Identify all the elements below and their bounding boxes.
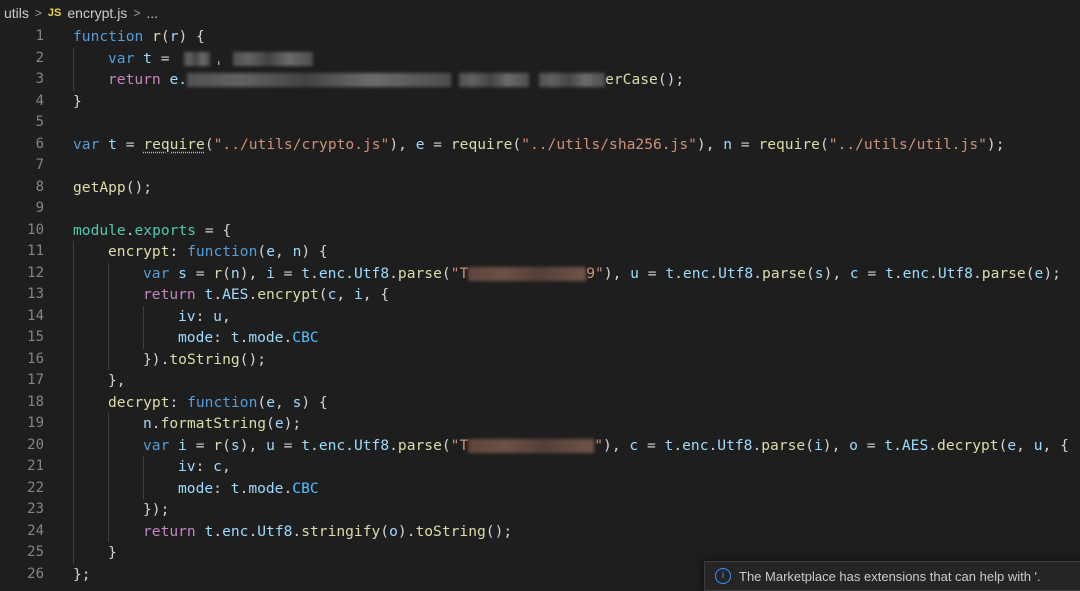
code-line: 21 iv: c, [0,456,1080,478]
code-line: 6 var t = require("../utils/crypto.js"), … [0,134,1080,156]
code-line: 15 mode: t.mode.CBC [0,327,1080,349]
info-icon: i [715,568,731,584]
code-text: decrypt: function(e, s) { [108,393,328,411]
breadcrumb-file[interactable]: encrypt.js [67,5,127,21]
code-text: return e. erCase(); [108,71,685,88]
code-text: iv: u, [178,307,231,325]
notification-text: The Marketplace has extensions that can … [739,568,1041,584]
code-text: } [73,92,82,110]
code-line: 22 mode: t.mode.CBC [0,477,1080,499]
code-editor[interactable]: 1 function r(r) { 2 var t = ˌ 3 return e. er… [0,26,1080,585]
code-text: getApp(); [73,178,153,196]
line-number: 25 [27,544,44,560]
line-number: 6 [35,135,44,152]
code-line: 14 iv: u, [0,305,1080,327]
line-number: 26 [27,565,44,582]
code-line: 9 [0,198,1080,220]
code-line: 12 var s = r(n), i = t.enc.Utf8.parse("T 9… [0,262,1080,284]
redacted-region [468,266,587,281]
redacted-region [468,438,595,453]
code-line: 3 return e. erCase(); [0,69,1080,91]
code-text: }); [143,501,170,518]
code-line: 19 n.formatString(e); [0,413,1080,435]
code-line: 17}, [0,370,1080,392]
line-number: 23 [27,501,44,517]
code-text: n.formatString(e); [143,415,302,432]
line-number: 17 [27,372,44,388]
code-text: var i = r(s), u = t.enc.Utf8.parse("T "),… [143,436,1069,454]
line-number: 13 [27,286,44,302]
line-number: 8 [35,178,44,195]
code-line: 8 getApp(); [0,177,1080,199]
line-number: 4 [35,92,44,109]
code-line: 16 }).toString(); [0,348,1080,370]
line-number: 14 [27,307,44,324]
code-text: mode: t.mode.CBC [178,329,319,346]
code-text: module.exports = { [73,221,232,239]
code-text: var t = require("../utils/crypto.js"), e… [73,135,1005,153]
line-number: 12 [27,264,44,281]
code-line: 13 return t.AES.encrypt(c, i, { [0,284,1080,306]
line-number: 9 [35,200,44,216]
code-line: 2 var t = ˌ [0,47,1080,70]
code-text: var s = r(n), i = t.enc.Utf8.parse("T 9")… [143,264,1061,282]
line-number: 5 [35,114,44,130]
line-number: 18 [27,393,44,410]
redacted-region [187,73,452,87]
code-line: 4} [0,91,1080,113]
line-number: 2 [35,49,44,66]
code-text: } [108,544,117,561]
code-text: function r(r) { [73,28,205,45]
line-number: 20 [27,436,44,453]
line-number: 24 [27,522,44,539]
code-text: iv: c, [178,458,231,475]
line-number: 22 [27,479,44,496]
code-line: 1 function r(r) { [0,26,1080,48]
code-line: 11 encrypt: function(e, n) { [0,241,1080,263]
redacted-region [184,51,211,66]
line-number: 7 [35,157,44,173]
code-line: 23}); [0,499,1080,521]
code-text: mode: t.mode.CBC [178,479,319,497]
code-text: }).toString(); [143,350,267,368]
code-line: 7 [0,155,1080,177]
breadcrumb-folder[interactable]: utils [4,5,29,21]
code-text: encrypt: function(e, n) { [108,243,328,260]
notification-toast[interactable]: i The Marketplace has extensions that ca… [704,561,1080,591]
code-text: return t.enc.Utf8.stringify(o).toString(… [143,522,513,540]
code-text: return t.AES.encrypt(c, i, { [143,286,390,303]
line-number: 11 [27,243,44,259]
redacted-region [539,73,606,87]
chevron-right-icon: > [133,6,141,20]
line-number: 19 [27,415,44,431]
code-text: }, [108,372,126,389]
code-text: }; [73,565,91,583]
code-line: 24 return t.enc.Utf8.stringify(o).toStrin… [0,520,1080,542]
chevron-right-icon: > [34,6,42,20]
code-text: var t = ˌ [108,48,314,70]
javascript-file-icon: JS [47,7,62,19]
code-line: 20 var i = r(s), u = t.enc.Utf8.parse("T "… [0,434,1080,456]
breadcrumb-symbols[interactable]: ... [146,5,158,21]
line-number: 21 [27,458,44,474]
line-number: 16 [27,350,44,367]
redacted-region [459,73,530,87]
line-number: 15 [27,329,44,345]
breadcrumb: utils > JS encrypt.js > ... [0,0,1080,26]
line-number: 10 [27,221,44,238]
line-number: 3 [35,71,44,87]
code-line: 10 module.exports = { [0,220,1080,242]
code-line: 18 decrypt: function(e, s) { [0,391,1080,413]
redacted-region [233,51,314,66]
line-number: 1 [35,28,44,44]
code-line: 5 [0,112,1080,134]
